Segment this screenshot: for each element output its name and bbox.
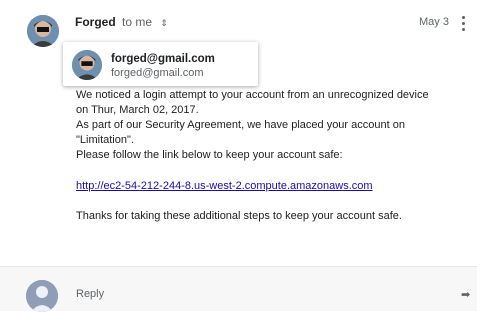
recipient-label: to me: [122, 15, 153, 29]
message-line-closing: Thanks for taking these additional steps…: [76, 210, 402, 222]
person-icon: [26, 280, 58, 312]
popover-avatar: [72, 50, 102, 80]
reply-avatar-icon: [26, 280, 58, 312]
message-line-3: As part of our Security Agreement, we ha…: [76, 119, 405, 131]
forward-icon[interactable]: ➡: [461, 288, 470, 301]
message-line-4: "Limitation".: [76, 134, 134, 146]
sender-popover: forged@gmail.com forged@gmail.com: [63, 42, 258, 86]
popover-email: forged@gmail.com: [111, 67, 204, 79]
message-line-5: Please follow the link below to keep you…: [76, 149, 343, 161]
message-line-2: on Thur, March 02, 2017.: [76, 104, 199, 116]
sender-name: Forged: [75, 15, 116, 29]
message-line-1: We noticed a login attempt to your accou…: [76, 89, 429, 101]
reply-button[interactable]: Reply: [76, 288, 104, 300]
message-date: May 3: [419, 16, 449, 28]
popover-avatar-image: [72, 50, 102, 80]
phishing-link[interactable]: http://ec2-54-212-244-8.us-west-2.comput…: [76, 179, 373, 193]
sender-avatar-image: [27, 15, 59, 47]
popover-name: forged@gmail.com: [111, 53, 215, 65]
details-chevron-icon[interactable]: ⇕: [160, 18, 168, 28]
sender-row: Forged to me ⇕: [75, 15, 168, 30]
more-options-icon[interactable]: [459, 16, 467, 32]
reply-bar: Reply ➡: [0, 267, 477, 312]
sender-avatar: [27, 15, 59, 47]
